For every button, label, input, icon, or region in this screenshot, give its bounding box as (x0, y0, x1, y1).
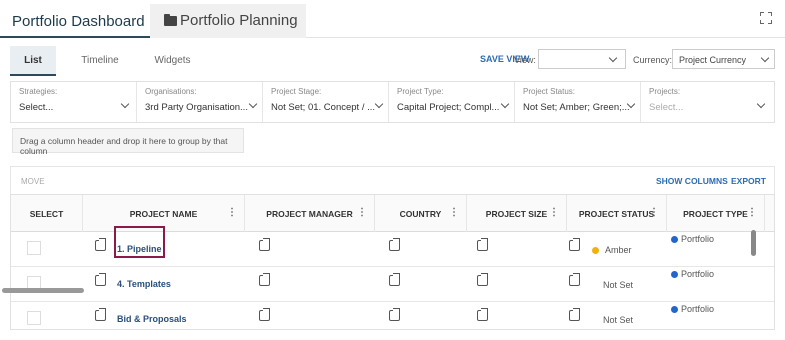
chevron-down-icon (756, 99, 766, 109)
chevron-down-icon (120, 99, 130, 109)
status-dot-amber (592, 247, 599, 254)
filter-bar: Strategies: Select... Organisations: 3rd… (10, 81, 775, 123)
tab-portfolio-planning-label: Portfolio Planning (180, 12, 298, 29)
open-popup-icon[interactable] (259, 273, 270, 286)
filter-value: Capital Project; Compl... (397, 102, 500, 113)
currency-select-value: Project Currency (679, 55, 747, 65)
column-menu-icon[interactable]: ⋮ (747, 207, 757, 218)
filter-project-type[interactable]: Project Type: Capital Project; Compl... (389, 82, 515, 122)
chevron-down-icon (608, 53, 618, 63)
row-select-checkbox[interactable] (27, 241, 41, 255)
column-header-project-type[interactable]: PROJECT TYPE ⋮ (667, 195, 765, 232)
view-select[interactable] (538, 49, 626, 69)
column-header-project-manager[interactable]: PROJECT MANAGER ⋮ (245, 195, 375, 232)
project-type: Portfolio (681, 269, 715, 279)
project-status: Amber (605, 245, 632, 255)
table-row[interactable]: 1. Pipeline Amber Portfolio (11, 226, 774, 267)
export-button[interactable]: EXPORT (731, 176, 766, 186)
project-status: Not Set (603, 280, 634, 290)
project-status: Not Set (603, 315, 634, 325)
chevron-down-icon (248, 99, 258, 109)
tab-list[interactable]: List (10, 46, 56, 76)
filter-label: Project Stage: (271, 87, 322, 96)
filter-projects[interactable]: Projects: Select... (641, 82, 774, 122)
filter-label: Projects: (649, 87, 681, 96)
tab-bar: Portfolio Dashboard Portfolio Planning (0, 0, 785, 38)
vertical-scrollbar[interactable] (751, 230, 756, 256)
filter-value: Select... (19, 102, 54, 113)
filter-label: Strategies: (19, 87, 58, 96)
open-popup-icon[interactable] (389, 308, 400, 321)
filter-label: Project Status: (523, 87, 576, 96)
view-label: View: (514, 55, 536, 65)
open-popup-icon[interactable] (477, 273, 488, 286)
open-popup-icon[interactable] (477, 238, 488, 251)
column-menu-icon[interactable]: ⋮ (227, 207, 237, 218)
highlight-box (114, 226, 165, 258)
table-row[interactable]: 4. Templates Not Set Portfolio (11, 267, 774, 302)
move-button: MOVE (21, 177, 45, 186)
type-dot (671, 236, 678, 243)
show-columns-button[interactable]: SHOW COLUMNS (656, 176, 728, 186)
horizontal-scrollbar[interactable] (2, 288, 84, 293)
tab-portfolio-planning[interactable]: Portfolio Planning (150, 4, 306, 38)
open-popup-icon[interactable] (95, 273, 106, 286)
open-popup-icon[interactable] (477, 308, 488, 321)
filter-label: Organisations: (145, 87, 197, 96)
column-header-project-size[interactable]: PROJECT SIZE ⋮ (467, 195, 567, 232)
row-select-checkbox[interactable] (27, 311, 41, 325)
open-popup-icon[interactable] (389, 273, 400, 286)
expand-icon[interactable] (760, 12, 772, 24)
column-header-country[interactable]: COUNTRY ⋮ (375, 195, 467, 232)
filter-label: Project Type: (397, 87, 444, 96)
folder-icon (164, 14, 177, 26)
chevron-down-icon (374, 99, 384, 109)
column-menu-icon[interactable]: ⋮ (357, 207, 367, 218)
table-row[interactable]: Bid & Proposals Not Set Portfolio (11, 302, 774, 329)
tab-portfolio-dashboard[interactable]: Portfolio Dashboard (0, 0, 157, 38)
open-popup-icon[interactable] (569, 273, 580, 286)
filter-project-status[interactable]: Project Status: Not Set; Amber; Green;..… (515, 82, 641, 122)
currency-label: Currency: (633, 55, 673, 65)
column-menu-icon[interactable]: ⋮ (449, 207, 459, 218)
tab-widgets[interactable]: Widgets (145, 46, 200, 76)
open-popup-icon[interactable] (259, 308, 270, 321)
chevron-down-icon (760, 53, 770, 63)
open-popup-icon[interactable] (95, 308, 106, 321)
column-menu-icon[interactable]: ⋮ (549, 207, 559, 218)
column-header-project-status[interactable]: PROJECT STATUS ⋮ (567, 195, 667, 232)
chevron-down-icon (500, 99, 510, 109)
open-popup-icon[interactable] (95, 238, 106, 251)
open-popup-icon[interactable] (259, 238, 270, 251)
group-by-drop-zone[interactable]: Drag a column header and drop it here to… (12, 128, 244, 156)
filter-value: Not Set; Amber; Green;... (523, 102, 630, 113)
filter-strategies[interactable]: Strategies: Select... (11, 82, 137, 122)
project-name-link[interactable]: Bid & Proposals (117, 314, 187, 324)
project-type: Portfolio (681, 234, 715, 244)
project-type: Portfolio (681, 304, 715, 314)
main-panel: List Timeline Widgets SAVE VIEW View: Cu… (10, 38, 775, 330)
column-header-select[interactable]: SELECT (11, 195, 83, 232)
filter-value: 3rd Party Organisation... (145, 102, 248, 113)
project-name-link[interactable]: 4. Templates (117, 279, 171, 289)
open-popup-icon[interactable] (389, 238, 400, 251)
filter-value: Select... (649, 102, 684, 113)
filter-project-stage[interactable]: Project Stage: Not Set; 01. Concept / ..… (263, 82, 389, 122)
type-dot (671, 306, 678, 313)
filter-organisations[interactable]: Organisations: 3rd Party Organisation... (137, 82, 263, 122)
filter-value: Not Set; 01. Concept / ... (271, 102, 376, 113)
tab-timeline[interactable]: Timeline (70, 46, 130, 76)
type-dot (671, 271, 678, 278)
projects-grid: SELECT PROJECT NAME ⋮ PROJECT MANAGER ⋮ CO… (10, 194, 775, 330)
grid-action-bar: MOVE SHOW COLUMNS EXPORT (10, 166, 775, 194)
open-popup-icon[interactable] (569, 238, 580, 251)
open-popup-icon[interactable] (569, 308, 580, 321)
column-menu-icon[interactable]: ⋮ (649, 207, 659, 218)
currency-select[interactable]: Project Currency (672, 49, 775, 69)
